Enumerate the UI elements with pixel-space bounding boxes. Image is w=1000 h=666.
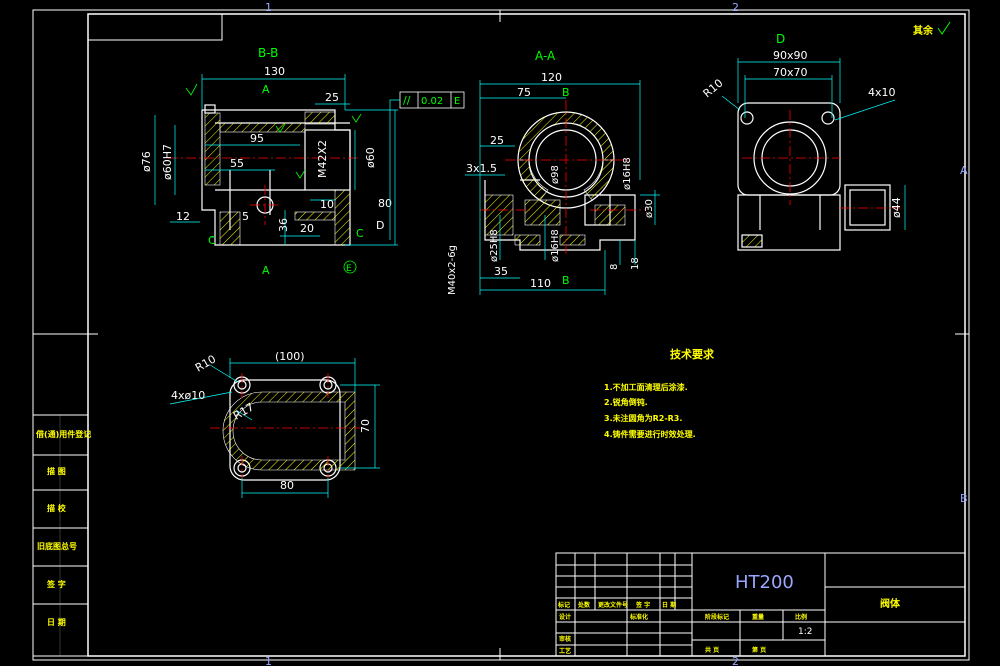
tb-label-sign: 签 字 — [635, 601, 650, 609]
bb-dim-d60: ø60 — [364, 147, 377, 168]
aa-dim-3x15: 3x1.5 — [466, 162, 497, 175]
tech-req-item-3: 3.未注圆角为R2-R3. — [604, 413, 682, 423]
view-d: D 90x90 70x70 R10 4x10 ø44 — [701, 32, 906, 251]
aa-section-b-bottom: B — [562, 274, 570, 287]
roughness-symbol — [937, 21, 951, 35]
aa-dim-18: 18 — [630, 257, 641, 270]
aa-dim-75: 75 — [517, 86, 531, 99]
tb-label-stage: 阶段标记 — [705, 613, 729, 621]
tech-requirements: 技术要求 1.不加工面清理后涂漆. 2.锐角倒钝. 3.未注圆角为R2-R3. … — [604, 347, 715, 439]
side-label-4: 旧底图总号 — [37, 541, 77, 551]
tb-label-sheet-total: 共 页 — [705, 646, 719, 654]
side-label-2: 描 图 — [47, 466, 66, 476]
tb-label-mark: 标记 — [557, 601, 570, 609]
bb-section-a-bottom: A — [262, 264, 270, 277]
c-dim-70: 70 — [359, 419, 372, 433]
d-dim-90x90: 90x90 — [773, 49, 808, 62]
d-dim-d44: ø44 — [890, 197, 903, 218]
tb-label-process: 工艺 — [559, 647, 571, 655]
tb-label-count: 处数 — [577, 601, 591, 609]
bb-section-c-right: C — [356, 227, 364, 240]
bb-datum-d: D — [376, 219, 384, 232]
title-block-scale: 1:2 — [798, 627, 812, 637]
bb-dim-20: 20 — [300, 222, 314, 235]
bb-dim-55: 55 — [230, 157, 244, 170]
cad-drawing-canvas: 1 2 1 2 A B 其余 借(通)用件登记 描 图 描 校 旧底图总号 签 … — [32, 1, 970, 666]
bb-dim-25: 25 — [325, 91, 339, 104]
bb-dim-m42: M42X2 — [316, 140, 329, 178]
c-dim-100: (100) — [275, 350, 305, 363]
tb-label-change: 更改文件号 — [598, 601, 628, 609]
aa-dim-d25h8: ø25H8 — [489, 229, 500, 262]
view-aa-title: A-A — [535, 49, 556, 63]
zone-right-a: A — [960, 164, 968, 177]
title-block-material: HT200 — [735, 572, 794, 593]
bb-dim-5: 5 — [242, 210, 249, 223]
bb-dim-d60h7: ø60H7 — [161, 144, 174, 180]
aa-dim-35: 35 — [494, 265, 508, 278]
view-d-title: D — [776, 32, 785, 46]
aa-dim-120: 120 — [541, 71, 562, 84]
tolerance-value: 0.02 — [421, 96, 443, 107]
zone-top-2: 2 — [732, 1, 739, 14]
tb-label-check: 审核 — [559, 635, 571, 643]
bb-dim-12: 12 — [176, 210, 190, 223]
zone-top-1: 1 — [265, 1, 272, 14]
d-dim-holes: 4x10 — [868, 86, 896, 99]
aa-dim-25: 25 — [490, 134, 504, 147]
tech-req-title: 技术要求 — [670, 347, 715, 361]
bb-section-c-left: C — [208, 234, 216, 247]
tolerance-symbol: // — [403, 94, 411, 107]
roughness-note: 其余 — [913, 24, 934, 37]
tb-label-design: 设计 — [559, 613, 571, 621]
tolerance-datum: E — [454, 96, 460, 107]
aa-dim-d16h8a: ø16H8 — [622, 157, 633, 190]
d-dim-70x70: 70x70 — [773, 66, 808, 79]
tech-req-item-2: 2.锐角倒钝. — [604, 397, 648, 407]
c-dim-holes: 4xø10 — [171, 389, 205, 402]
aa-dim-110: 110 — [530, 277, 551, 290]
bb-dim-130: 130 — [264, 65, 285, 78]
zone-bottom-2: 2 — [732, 655, 739, 666]
c-dim-80: 80 — [280, 479, 294, 492]
aa-dim-d98: ø98 — [550, 165, 561, 184]
title-block-part-name: 阀体 — [880, 597, 901, 610]
tech-req-item-4: 4.铸件需要进行时效处理. — [604, 429, 696, 439]
tb-label-date: 日 期 — [662, 601, 676, 609]
bb-dim-d76: ø76 — [140, 151, 153, 172]
sheet-frame — [32, 9, 970, 661]
tech-req-item-1: 1.不加工面清理后涂漆. — [604, 382, 688, 392]
side-label-1: 借(通)用件登记 — [35, 429, 91, 439]
bb-datum-e: E — [346, 264, 352, 274]
side-label-3: 描 校 — [47, 503, 67, 513]
view-bb: B-B 130 25 95 55 12 5 20 10 80 ø76 ø60H7… — [140, 46, 398, 277]
c-dim-r10: R10 — [193, 353, 218, 375]
view-bb-title: B-B — [258, 46, 278, 60]
aa-dim-d30: ø30 — [644, 199, 655, 218]
view-aa: A-A 120 75 25 3x1.5 35 110 ø16H8 ø30 ø25… — [447, 49, 660, 295]
side-label-6: 日 期 — [47, 617, 66, 627]
side-label-5: 签 字 — [46, 579, 66, 589]
zone-right-b: B — [960, 492, 968, 505]
d-dim-r10: R10 — [701, 76, 726, 100]
aa-dim-d16h8b: ø16H8 — [550, 229, 561, 262]
view-c: (100) R10 R17 4xø10 70 80 — [169, 350, 380, 498]
aa-dim-m40: M40x2-6g — [447, 245, 458, 295]
bb-dim-95: 95 — [250, 132, 264, 145]
aa-section-b-top: B — [562, 86, 570, 99]
aa-dim-8: 8 — [609, 264, 620, 270]
tb-label-sheet: 第 页 — [751, 646, 766, 654]
tb-label-scale: 比例 — [795, 613, 807, 621]
bb-dim-36: 36 — [277, 218, 290, 232]
tb-label-std: 标准化 — [629, 613, 648, 621]
bb-section-a-top: A — [262, 83, 270, 96]
zone-bottom-1: 1 — [265, 655, 272, 666]
bb-dim-10: 10 — [320, 198, 334, 211]
tb-label-weight: 重量 — [752, 613, 764, 621]
tolerance-frame: // 0.02 E — [389, 91, 465, 240]
